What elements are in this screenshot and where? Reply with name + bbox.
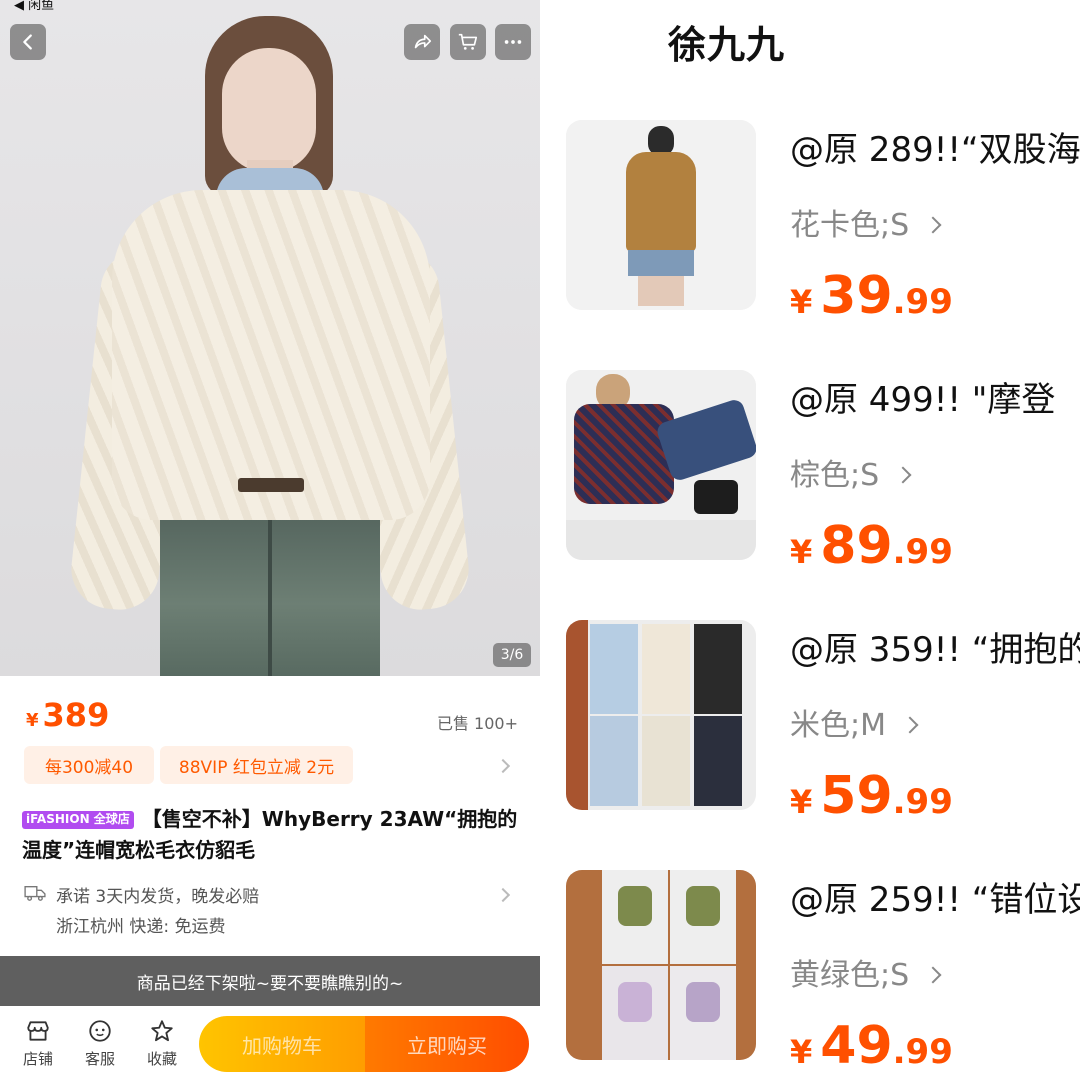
- model-belt: [238, 478, 304, 492]
- buy-now-button[interactable]: 立即购买: [365, 1016, 529, 1072]
- store-icon: [27, 1021, 49, 1041]
- price-currency: ¥: [26, 710, 39, 731]
- chevron-right-icon: [924, 216, 942, 234]
- order-thumbnail[interactable]: [566, 120, 756, 310]
- favorite-tab[interactable]: 收藏: [142, 1018, 182, 1069]
- order-price: ¥ 89 .99: [790, 516, 953, 576]
- chevron-right-icon[interactable]: [495, 758, 511, 774]
- order-spec[interactable]: 花卡色;S: [790, 200, 942, 244]
- service-tab[interactable]: 客服: [80, 1018, 120, 1069]
- order-thumbnail[interactable]: [566, 370, 756, 560]
- order-item[interactable]: @原 359!! “拥抱的 米色;M ¥ 59 .99: [540, 620, 1080, 850]
- status-back-to-app[interactable]: ◀ 闲鱼: [14, 0, 54, 13]
- promo-tag-discount[interactable]: 每300减40: [24, 746, 154, 784]
- order-price-int: 49: [820, 1016, 893, 1076]
- order-price: ¥ 39 .99: [790, 266, 953, 326]
- shipping-promise: 承诺 3天内发货，晚发必赔: [56, 887, 260, 907]
- order-spec[interactable]: 米色;M: [790, 700, 919, 744]
- chevron-right-icon: [901, 716, 919, 734]
- truck-icon: [24, 886, 46, 901]
- cart-button[interactable]: [450, 24, 486, 60]
- order-spec[interactable]: 黄绿色;S: [790, 950, 942, 994]
- order-spec-text: 花卡色;S: [790, 208, 910, 243]
- order-item[interactable]: @原 499!! "摩登 棕色;S ¥ 89 .99: [540, 370, 1080, 600]
- order-price-currency: ¥: [790, 1033, 813, 1071]
- order-price-currency: ¥: [790, 283, 813, 321]
- offshelf-notice: 商品已经下架啦~要不要瞧瞧别的~: [0, 956, 540, 1006]
- order-price-int: 89: [820, 516, 893, 576]
- product-price: ¥ 389: [26, 696, 109, 734]
- order-thumbnail[interactable]: [566, 870, 756, 1060]
- favorite-tab-label: 收藏: [146, 1050, 177, 1068]
- order-price-currency: ¥: [790, 783, 813, 821]
- order-price-int: 39: [820, 266, 893, 326]
- shipping-location-fee: 浙江杭州 快递: 免运费: [56, 917, 226, 937]
- order-price-dec: .99: [892, 532, 953, 572]
- back-button[interactable]: [10, 24, 46, 60]
- order-spec-text: 黄绿色;S: [790, 958, 910, 993]
- order-price-int: 59: [820, 766, 893, 826]
- order-list-panel: 徐九九 @原 289!!“双股海 花卡色;S ¥ 39 .99 @原 499!!…: [540, 0, 1080, 1080]
- order-title: @原 259!! “错位设: [790, 880, 1080, 920]
- order-price-dec: .99: [892, 782, 953, 822]
- customer-service-icon: [89, 1020, 111, 1042]
- order-spec[interactable]: 棕色;S: [790, 450, 912, 494]
- product-image-carousel[interactable]: 3/6: [0, 0, 540, 676]
- order-price: ¥ 49 .99: [790, 1016, 953, 1076]
- chevron-right-icon: [924, 966, 942, 984]
- chevron-left-icon: [23, 34, 32, 50]
- order-title: @原 359!! “拥抱的: [790, 630, 1080, 670]
- sold-count: 已售 100+: [436, 714, 518, 733]
- order-price-dec: .99: [892, 1032, 953, 1072]
- add-to-cart-button[interactable]: 加购物车: [199, 1016, 365, 1072]
- chevron-right-icon[interactable]: [495, 887, 511, 903]
- more-button[interactable]: [495, 24, 531, 60]
- store-tab[interactable]: 店铺: [18, 1018, 58, 1069]
- promo-tag-88vip[interactable]: 88VIP 红包立减 2元: [160, 746, 353, 784]
- star-icon: [151, 1020, 173, 1042]
- product-detail-panel: 3/6 ◀ 闲鱼 ¥ 389 已售 100+ 每300减40 88VIP 红包立…: [0, 0, 540, 1080]
- model-face: [222, 48, 316, 172]
- price-value: 389: [42, 696, 110, 734]
- store-tab-label: 店铺: [22, 1050, 53, 1068]
- order-title: @原 289!!“双股海: [790, 130, 1080, 170]
- share-button[interactable]: [404, 24, 440, 60]
- model-sweater: [112, 190, 430, 520]
- shopping-cart-icon: [458, 33, 478, 50]
- product-title: iFASHION 全球店 【售空不补】WhyBerry 23AW“拥抱的温度”连帽…: [22, 804, 522, 866]
- more-dots-icon: [504, 40, 522, 44]
- order-price-dec: .99: [892, 282, 953, 322]
- order-thumbnail[interactable]: [566, 620, 756, 810]
- order-title: @原 499!! "摩登: [790, 380, 1056, 420]
- chevron-right-icon: [894, 466, 912, 484]
- order-spec-text: 棕色;S: [790, 458, 880, 493]
- share-icon: [414, 34, 432, 49]
- order-item[interactable]: @原 259!! “错位设 黄绿色;S ¥ 49 .99: [540, 870, 1080, 1080]
- order-price-currency: ¥: [790, 533, 813, 571]
- service-tab-label: 客服: [84, 1050, 115, 1068]
- order-item[interactable]: @原 289!!“双股海 花卡色;S ¥ 39 .99: [540, 120, 1080, 350]
- shop-name[interactable]: 徐九九: [668, 14, 785, 69]
- store-badge: iFASHION 全球店: [22, 810, 134, 829]
- order-spec-text: 米色;M: [790, 708, 886, 743]
- image-page-indicator: 3/6: [493, 643, 531, 667]
- order-price: ¥ 59 .99: [790, 766, 953, 826]
